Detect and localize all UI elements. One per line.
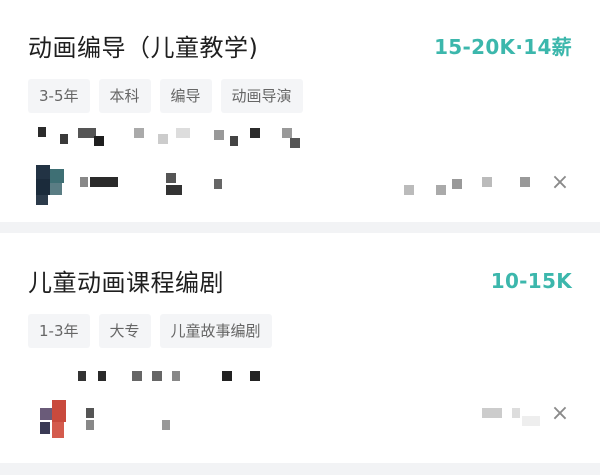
blurred-company-info	[28, 361, 572, 391]
tag-education: 本科	[98, 79, 151, 113]
tag-skill: 编导	[159, 79, 212, 113]
close-icon[interactable]: ×	[548, 402, 572, 426]
job-card-header: 动画编导（儿童教学) 15-20K·14薪	[28, 28, 572, 63]
job-card-footer: ×	[28, 165, 572, 207]
tag-skill: 动画导演	[220, 79, 303, 113]
avatar	[36, 398, 68, 440]
tag-experience: 1-3年	[28, 314, 90, 348]
tag-experience: 3-5年	[28, 79, 90, 113]
job-card[interactable]: 动画编导（儿童教学) 15-20K·14薪 3-5年 本科 编导 动画导演 ×	[0, 0, 600, 222]
job-card-footer: ×	[28, 398, 572, 440]
job-salary: 10-15K	[490, 268, 572, 293]
job-card[interactable]: 儿童动画课程编剧 10-15K 1-3年 大专 儿童故事编剧 ×	[0, 233, 600, 463]
job-title: 动画编导（儿童教学)	[28, 34, 259, 62]
avatar	[36, 165, 68, 207]
blurred-company-info	[28, 124, 572, 154]
tag-skill: 儿童故事编剧	[159, 314, 272, 348]
job-card-header: 儿童动画课程编剧 10-15K	[28, 263, 572, 298]
job-salary: 15-20K·14薪	[434, 35, 572, 59]
tag-education: 大专	[98, 314, 151, 348]
job-tags: 1-3年 大专 儿童故事编剧	[28, 314, 272, 348]
job-list: 动画编导（儿童教学) 15-20K·14薪 3-5年 本科 编导 动画导演 × …	[0, 0, 600, 475]
job-tags: 3-5年 本科 编导 动画导演	[28, 79, 303, 113]
job-title: 儿童动画课程编剧	[28, 269, 224, 297]
close-icon[interactable]: ×	[548, 171, 572, 195]
